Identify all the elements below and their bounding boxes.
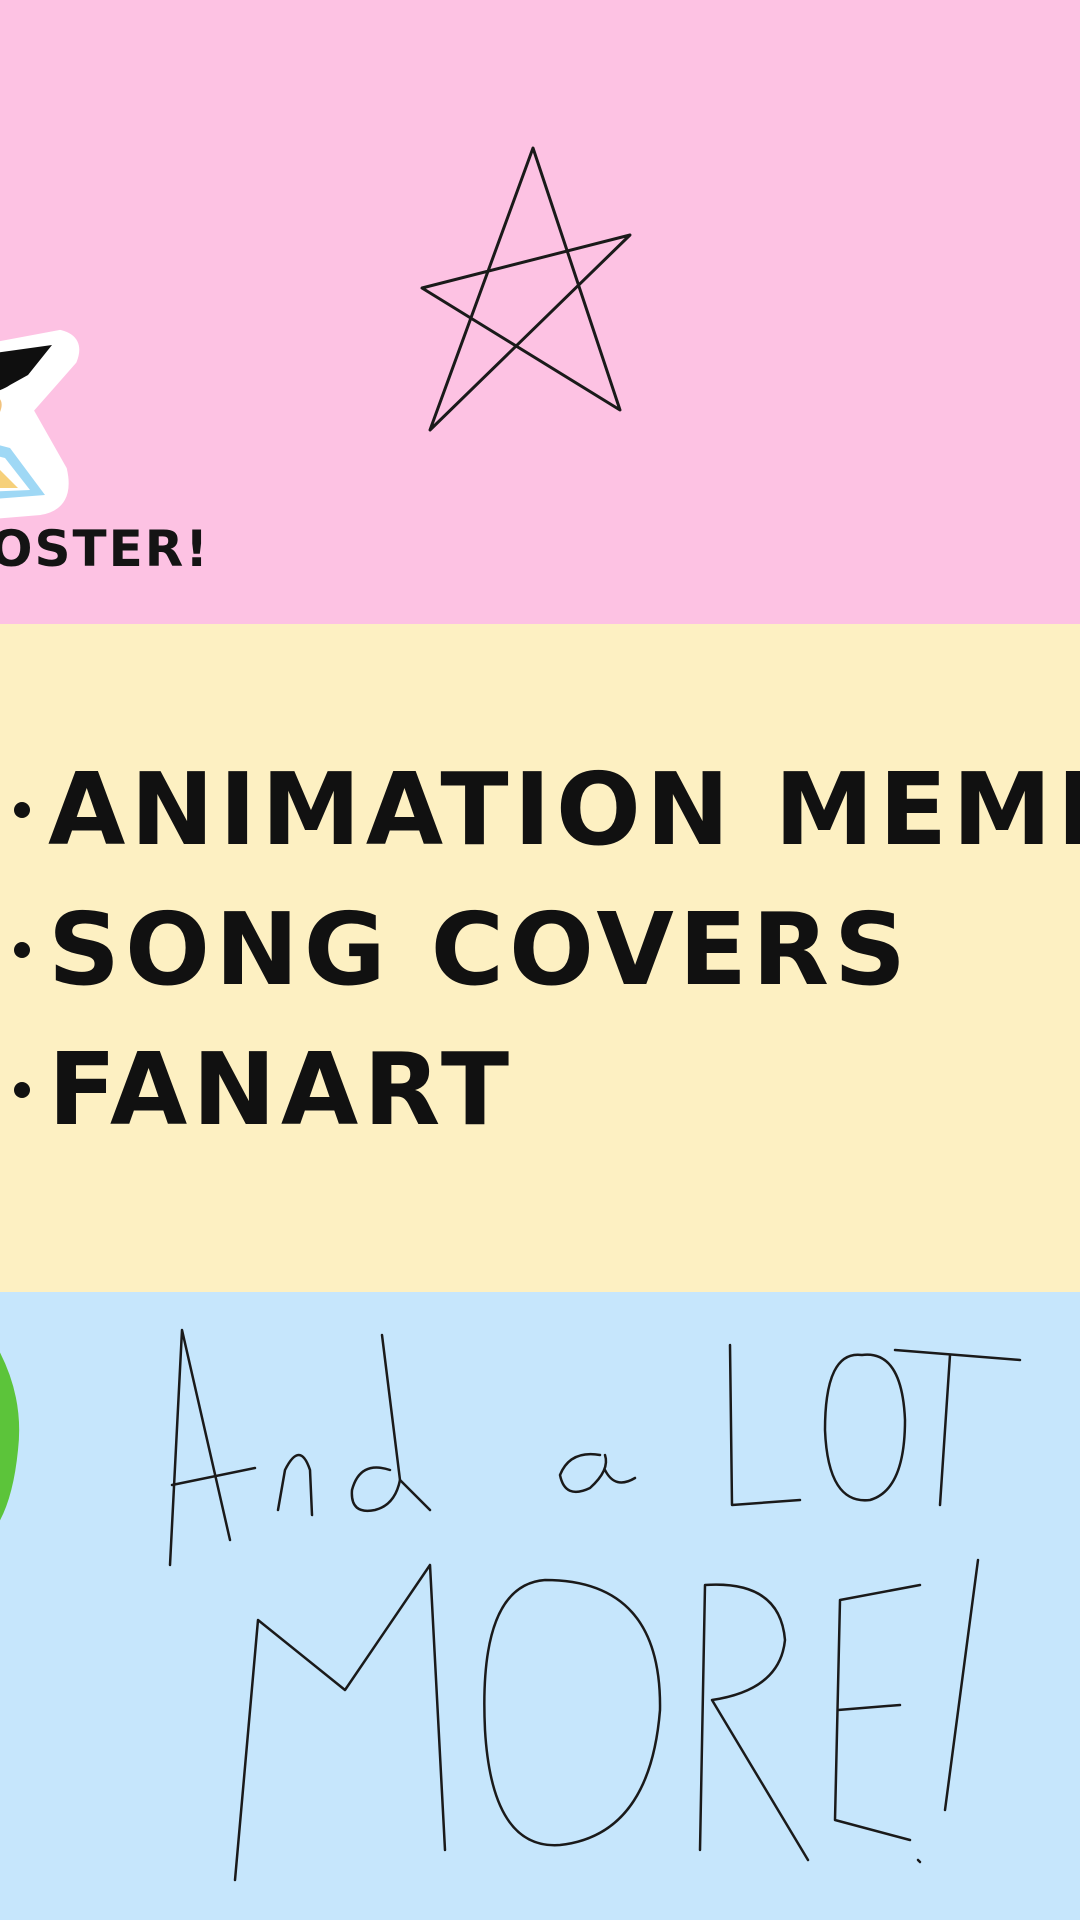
promo-image: OSTER! ANIMATION MEMES SONG COVERS FANAR… — [0, 0, 1080, 1920]
handwritten-message — [168, 1328, 1022, 1882]
